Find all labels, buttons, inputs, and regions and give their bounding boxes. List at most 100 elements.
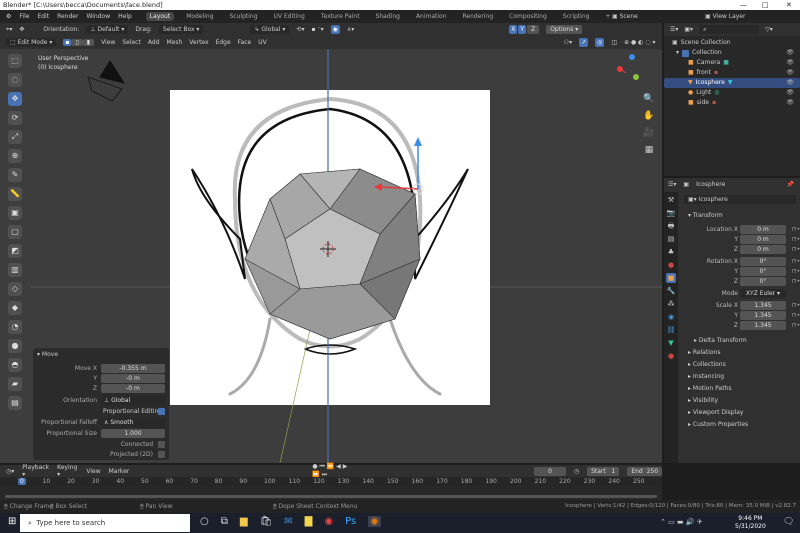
xray-icon[interactable]: ◫: [611, 39, 617, 46]
sticky-notes-icon[interactable]: ▇: [305, 516, 313, 527]
marker-menu[interactable]: Marker: [109, 468, 130, 475]
mode-dropdown[interactable]: ⬚ Edit Mode ▾: [6, 38, 57, 47]
proportional-editing-checkbox[interactable]: [158, 408, 165, 415]
inset-tool-icon[interactable]: ▢: [8, 225, 22, 239]
physics-tab-icon[interactable]: ◉: [666, 312, 676, 322]
lock-icon[interactable]: ⊓•: [792, 277, 800, 287]
timeline-track[interactable]: [0, 487, 662, 500]
shrink-tool-icon[interactable]: ◓: [8, 358, 22, 372]
tab-compositing[interactable]: Compositing: [505, 12, 551, 21]
custom-properties-panel[interactable]: ▸ Custom Properties: [682, 419, 800, 430]
lock-icon[interactable]: ⊓•: [792, 235, 800, 245]
maximize-button[interactable]: □: [762, 0, 769, 10]
editor-type-icon[interactable]: ◷▾: [6, 468, 14, 475]
transform-panel-header[interactable]: ▾ Transform: [682, 210, 800, 221]
frame-ruler[interactable]: 0 10 20 30 40 50 60 70 80 90 100 110 120 130 140 150 160…: [0, 477, 662, 487]
location-x-field[interactable]: 0 m: [740, 225, 786, 234]
clock-time[interactable]: 9:46 PM: [735, 515, 766, 523]
menu-edge[interactable]: Edge: [216, 39, 231, 46]
cursor-tool-icon[interactable]: ◌: [8, 73, 22, 87]
eye-icon[interactable]: 👁: [786, 78, 794, 88]
falloff-dropdown[interactable]: ∧ Smooth: [101, 418, 165, 427]
lock-icon[interactable]: ⊓•: [792, 257, 800, 267]
loop-cut-tool-icon[interactable]: ▥: [8, 263, 22, 277]
close-button[interactable]: ✕: [786, 0, 792, 10]
face-select-icon[interactable]: ▮: [82, 39, 95, 46]
lock-icon[interactable]: ⊓•: [792, 321, 800, 331]
rotate-tool-icon[interactable]: ⟳: [8, 111, 22, 125]
render-tab-icon[interactable]: 📷: [666, 208, 676, 218]
material-tab-icon[interactable]: ●: [666, 351, 676, 361]
projected-checkbox[interactable]: [158, 451, 165, 458]
shading-modes[interactable]: ⊕ ● ◐ ◌ ▾: [624, 39, 655, 46]
scale-x-field[interactable]: 1.345: [740, 301, 786, 310]
lock-icon[interactable]: ⊓•: [792, 267, 800, 277]
tab-shading[interactable]: Shading: [372, 12, 404, 21]
menu-uv[interactable]: UV: [258, 39, 267, 46]
bevel-tool-icon[interactable]: ◩: [8, 244, 22, 258]
eye-icon[interactable]: 👁: [786, 58, 794, 68]
world-tab-icon[interactable]: ●: [666, 260, 676, 270]
menu-view[interactable]: View: [101, 39, 115, 46]
motion-paths-panel[interactable]: ▸ Motion Paths: [682, 383, 800, 394]
tool-select-icon[interactable]: ⌖▾: [6, 26, 12, 34]
select-box-tool-icon[interactable]: ⬚: [8, 54, 22, 68]
outliner-item-icosphere[interactable]: ▼ Icosphere ▼ 👁: [664, 78, 800, 88]
object-tab-icon[interactable]: ■: [666, 273, 676, 283]
cortana-icon[interactable]: ○: [200, 516, 209, 527]
task-view-icon[interactable]: ⧉: [221, 516, 228, 527]
modifier-tab-icon[interactable]: 🔧: [666, 286, 676, 296]
scene-tab-icon[interactable]: ♣: [666, 247, 676, 257]
tab-uv-editing[interactable]: UV Editing: [270, 12, 309, 21]
move-y-field[interactable]: -0 m: [101, 374, 165, 383]
orientation-dropdown[interactable]: ⊥ Global: [101, 396, 165, 405]
knife-tool-icon[interactable]: ◇: [8, 282, 22, 296]
proportional-size-field[interactable]: 1.000: [101, 429, 165, 438]
menu-face[interactable]: Face: [238, 39, 252, 46]
edge-select-icon[interactable]: ▯: [71, 39, 83, 46]
rotation-y-field[interactable]: 0°: [740, 267, 786, 276]
eye-icon[interactable]: 👁: [786, 48, 794, 58]
collections-panel[interactable]: ▸ Collections: [682, 359, 800, 370]
move-x-field[interactable]: -0.355 m: [101, 364, 165, 373]
start-frame-field[interactable]: Start 1: [587, 466, 620, 476]
select-mode-buttons[interactable]: ▪ ▯ ▮: [63, 38, 95, 47]
current-frame-field[interactable]: 0: [534, 466, 566, 476]
outliner-item-camera[interactable]: ■ Camera ■ 👁: [664, 58, 800, 68]
scene-collection-row[interactable]: ▣ Scene Collection: [664, 38, 800, 48]
scale-y-field[interactable]: 1.345: [740, 311, 786, 320]
annotate-tool-icon[interactable]: ✎: [8, 168, 22, 182]
menu-window[interactable]: Window: [86, 13, 110, 20]
eye-icon[interactable]: 👁: [786, 68, 794, 78]
connected-checkbox[interactable]: [158, 441, 165, 448]
blender-taskbar-icon[interactable]: ◉: [368, 516, 381, 527]
windows-start-icon[interactable]: ⊞: [8, 516, 16, 527]
notifications-icon[interactable]: 🗨: [783, 517, 794, 527]
filter-view-icon[interactable]: ▣▾: [684, 26, 693, 33]
timeline-scrollbar[interactable]: [5, 495, 657, 498]
overlay-icon[interactable]: ◎: [595, 38, 605, 47]
axis-z-toggle[interactable]: Z: [527, 25, 540, 34]
drag-dropdown[interactable]: Select Box ▾: [158, 25, 204, 34]
last-operator-panel[interactable]: ▾ Move Move X -0.355 m Y -0 m Z -0 m Orient…: [33, 348, 169, 460]
options-dropdown[interactable]: Options ▾: [546, 25, 583, 34]
clock-date[interactable]: 5/31/2020: [735, 523, 766, 531]
tab-layout[interactable]: Layout: [145, 12, 175, 21]
poly-build-tool-icon[interactable]: ◆: [8, 301, 22, 315]
rotation-x-field[interactable]: 0°: [740, 257, 786, 266]
gizmo-icon[interactable]: ↗: [579, 38, 589, 47]
pivot-icon[interactable]: ⟲▾: [296, 26, 304, 33]
scale-z-field[interactable]: 1.345: [740, 321, 786, 330]
collection-row[interactable]: ▾ Collection 👁: [664, 48, 800, 58]
tab-rendering[interactable]: Rendering: [459, 12, 498, 21]
eye-icon[interactable]: 👁: [786, 98, 794, 108]
tab-scripting[interactable]: Scripting: [559, 12, 594, 21]
menu-mesh[interactable]: Mesh: [166, 39, 182, 46]
visibility-panel[interactable]: ▸ Visibility: [682, 395, 800, 406]
playback-menu[interactable]: Playback ▾: [22, 464, 49, 478]
view-layer-tab-icon[interactable]: ▤: [666, 234, 676, 244]
transform-gizmo-icon[interactable]: ✥: [19, 26, 24, 33]
move-panel-title[interactable]: ▾ Move: [37, 351, 58, 358]
collection-checkbox[interactable]: [682, 49, 690, 57]
extrude-tool-icon[interactable]: ▣: [8, 206, 22, 220]
